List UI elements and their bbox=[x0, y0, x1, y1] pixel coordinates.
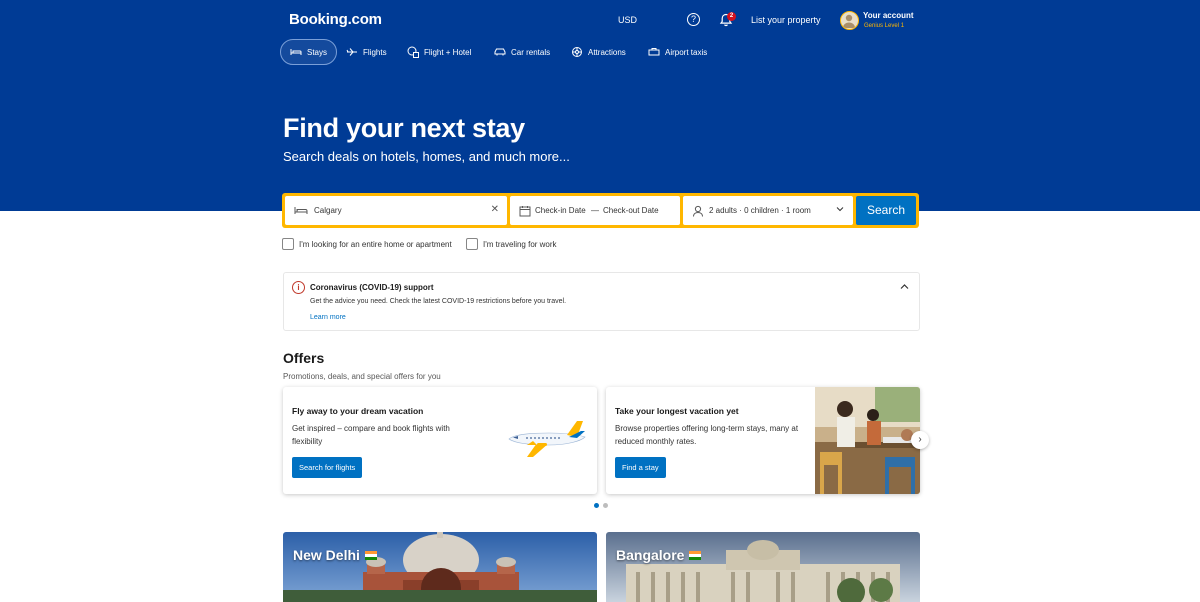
entire-home-checkbox[interactable] bbox=[282, 238, 294, 250]
work-travel-checkbox[interactable] bbox=[466, 238, 478, 250]
list-property-link[interactable]: List your property bbox=[751, 15, 821, 25]
nav-label: Stays bbox=[307, 47, 328, 57]
find-stay-button[interactable]: Find a stay bbox=[615, 457, 666, 478]
offers-subheading: Promotions, deals, and special offers fo… bbox=[283, 372, 441, 381]
destination-title: Bangalore bbox=[616, 547, 702, 563]
guests-value: 2 adults · 0 children · 1 room bbox=[709, 206, 811, 215]
info-icon: i bbox=[292, 281, 305, 294]
india-flag-icon bbox=[689, 550, 702, 560]
date-picker[interactable]: Check-in Date — Check-out Date bbox=[510, 196, 680, 225]
nav-car-rentals[interactable]: Car rentals bbox=[485, 39, 559, 65]
learn-more-link[interactable]: Learn more bbox=[310, 314, 346, 321]
destination-value: Calgary bbox=[314, 206, 342, 215]
page-subtitle: Search deals on hotels, homes, and much … bbox=[283, 149, 570, 164]
plane-icon bbox=[346, 48, 357, 56]
offer-text: Get inspired – compare and book flights … bbox=[292, 424, 450, 446]
dates-separator: — bbox=[591, 206, 599, 215]
nav-label: Attractions bbox=[588, 47, 626, 57]
covid-notice: i Coronavirus (COVID-19) support Get the… bbox=[283, 272, 920, 331]
flight-hotel-icon bbox=[407, 46, 419, 58]
search-flights-button[interactable]: Search for flights bbox=[292, 457, 363, 478]
hero-banner: Booking.com USD ? 2 List your property Y… bbox=[0, 0, 1200, 211]
airplane-illustration bbox=[508, 421, 586, 457]
offer-card-long-stays: Take your longest vacation yet Browse pr… bbox=[606, 387, 920, 494]
work-travel-label: I'm traveling for work bbox=[483, 239, 557, 249]
offer-text: Browse properties offering long-term sta… bbox=[615, 424, 799, 446]
cafe-photo bbox=[815, 387, 920, 494]
india-flag-icon bbox=[364, 550, 377, 560]
nav-stays[interactable]: Stays bbox=[280, 39, 338, 65]
destination-card-bangalore[interactable]: Bangalore bbox=[606, 532, 920, 602]
calendar-icon bbox=[519, 206, 531, 217]
carousel-dot[interactable] bbox=[603, 503, 608, 508]
nav-airport-taxis[interactable]: Airport taxis bbox=[639, 39, 716, 65]
top-bar: Booking.com USD ? 2 List your property Y… bbox=[0, 0, 1200, 40]
logo[interactable]: Booking.com bbox=[289, 11, 382, 28]
destination-card-new-delhi[interactable]: New Delhi bbox=[283, 532, 597, 602]
nav-flights[interactable]: Flights bbox=[337, 39, 396, 65]
checkout-placeholder: Check-out Date bbox=[603, 206, 659, 215]
checkin-placeholder: Check-in Date bbox=[535, 206, 586, 215]
car-icon bbox=[494, 48, 506, 56]
guests-selector[interactable]: 2 adults · 0 children · 1 room bbox=[683, 196, 853, 225]
avatar[interactable] bbox=[840, 11, 859, 30]
destination-name: Bangalore bbox=[616, 547, 685, 563]
nav-label: Airport taxis bbox=[665, 47, 708, 57]
notification-badge: 2 bbox=[727, 12, 736, 21]
nav-label: Flight + Hotel bbox=[424, 47, 472, 57]
attractions-icon bbox=[572, 47, 582, 57]
carousel-next-button[interactable]: › bbox=[911, 431, 929, 449]
offer-title: Take your longest vacation yet bbox=[615, 406, 739, 416]
entire-home-label: I'm looking for an entire home or apartm… bbox=[299, 239, 452, 249]
bangalore-photo bbox=[606, 532, 920, 602]
chevron-down-icon bbox=[836, 207, 844, 212]
destination-title: New Delhi bbox=[293, 547, 377, 563]
page-title: Find your next stay bbox=[283, 113, 525, 143]
carousel-dot-active[interactable] bbox=[594, 503, 599, 508]
work-travel-checkbox-row[interactable]: I'm traveling for work bbox=[466, 238, 557, 250]
covid-text: Get the advice you need. Check the lates… bbox=[310, 298, 567, 305]
offers-heading: Offers bbox=[283, 350, 325, 366]
taxi-icon bbox=[648, 48, 660, 56]
help-icon[interactable]: ? bbox=[687, 13, 700, 26]
clear-icon[interactable]: ✕ bbox=[491, 204, 499, 215]
currency-selector[interactable]: USD bbox=[618, 15, 637, 25]
destination-input[interactable]: Calgary ✕ bbox=[285, 196, 507, 225]
search-bar: Calgary ✕ Check-in Date — Check-out Date… bbox=[282, 193, 919, 228]
nav-label: Car rentals bbox=[511, 47, 551, 57]
nav-flight-hotel[interactable]: Flight + Hotel bbox=[398, 39, 480, 65]
destination-name: New Delhi bbox=[293, 547, 360, 563]
genius-level: Genius Level 1 bbox=[864, 23, 905, 29]
search-button[interactable]: Search bbox=[856, 196, 916, 225]
account-name[interactable]: Your account bbox=[863, 11, 914, 20]
chevron-up-icon[interactable] bbox=[900, 283, 909, 290]
bed-icon bbox=[294, 207, 308, 214]
offer-card-flights: Fly away to your dream vacation Get insp… bbox=[283, 387, 597, 494]
bed-icon bbox=[290, 49, 302, 55]
covid-title: Coronavirus (COVID-19) support bbox=[310, 283, 434, 292]
new-delhi-photo bbox=[283, 532, 597, 602]
entire-home-checkbox-row[interactable]: I'm looking for an entire home or apartm… bbox=[282, 238, 452, 250]
nav-attractions[interactable]: Attractions bbox=[562, 39, 635, 65]
person-icon bbox=[693, 205, 703, 217]
nav-label: Flights bbox=[363, 47, 387, 57]
offer-title: Fly away to your dream vacation bbox=[292, 406, 424, 416]
